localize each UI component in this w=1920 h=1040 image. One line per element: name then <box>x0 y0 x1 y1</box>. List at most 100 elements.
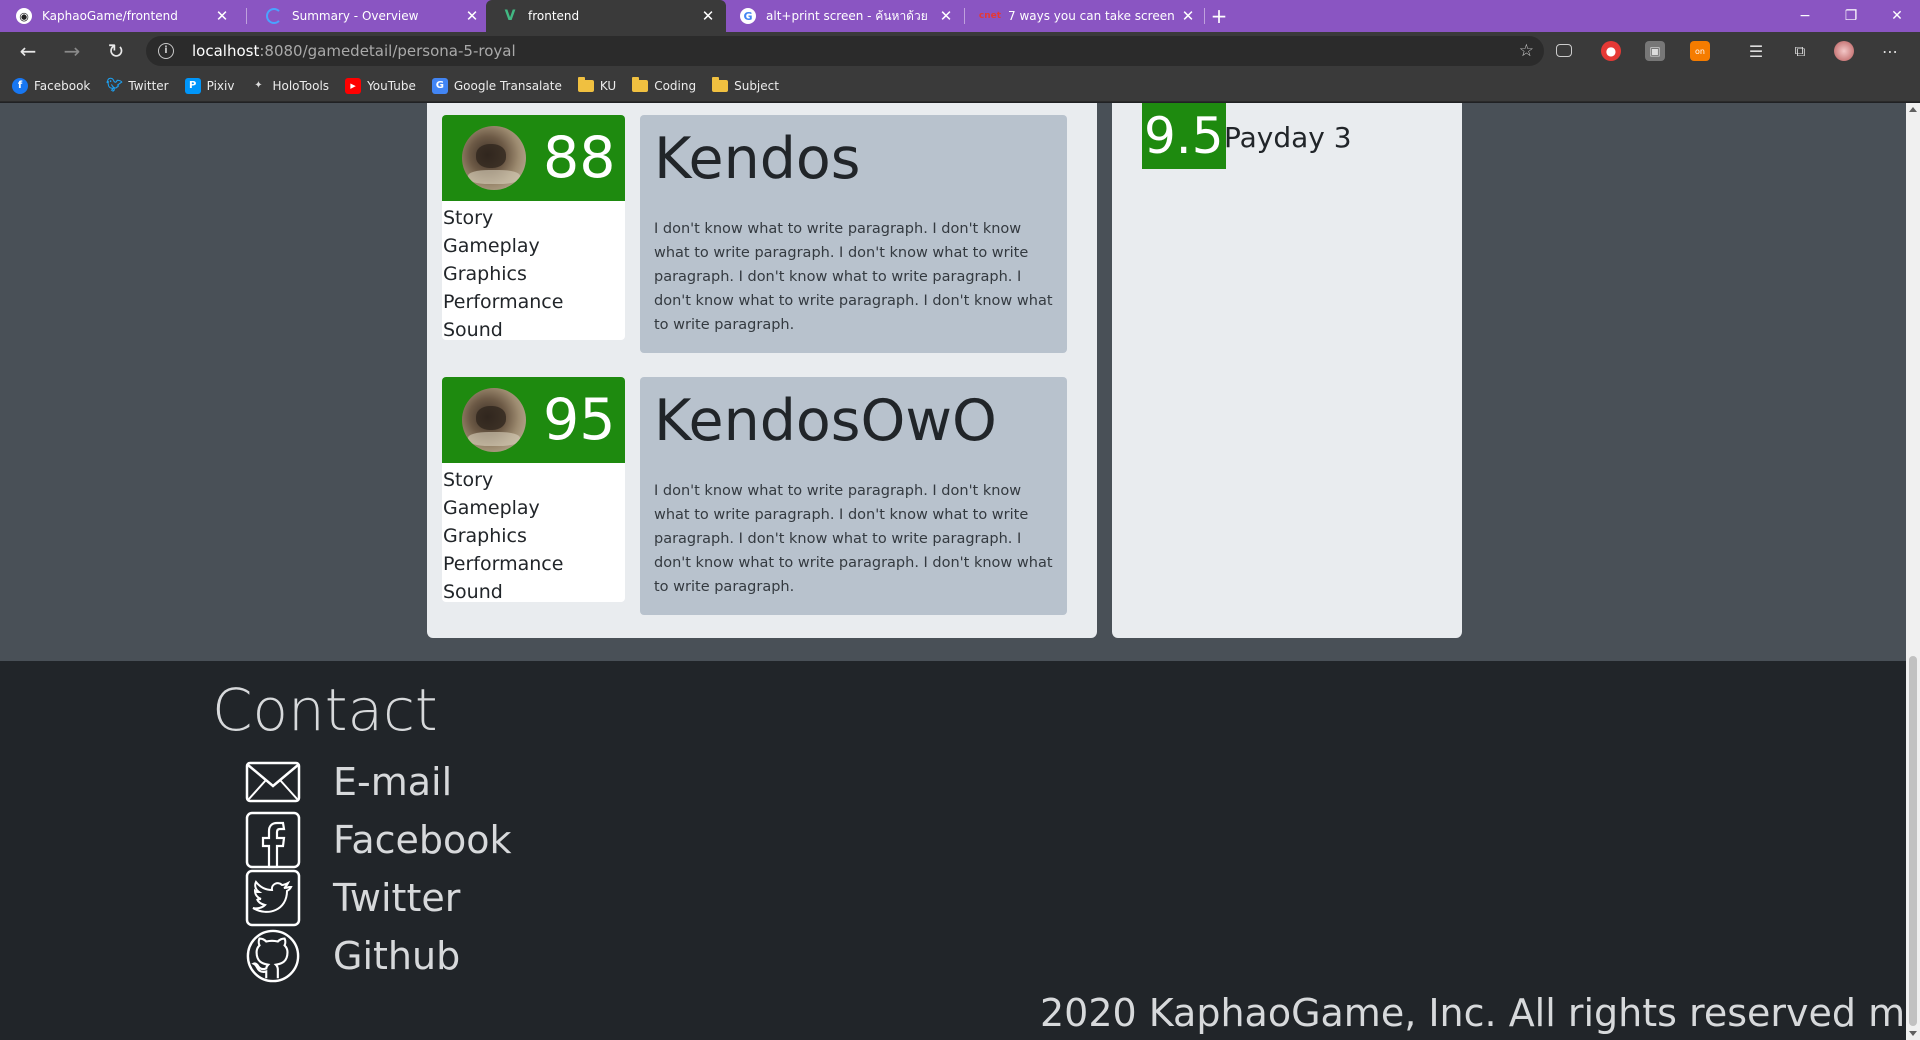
reviews-panel: 88 Story Gameplay Graphics Performance S… <box>427 103 1097 638</box>
bookmark-label: Subject <box>734 78 779 93</box>
tab-kaphaogame-frontend[interactable]: ◉ KaphaoGame/frontend ✕ <box>0 0 240 32</box>
scrollbar-thumb[interactable] <box>1909 656 1917 1026</box>
contact-facebook-link[interactable]: Facebook <box>245 811 512 869</box>
related-game-title[interactable]: Payday 3 <box>1224 121 1352 154</box>
copyright-text: 2020 KaphaoGame, Inc. All rights reserve… <box>1040 991 1906 1035</box>
contact-title: Contact <box>212 676 438 744</box>
close-icon[interactable]: ✕ <box>700 7 716 25</box>
new-tab-button[interactable]: + <box>1206 3 1232 29</box>
review-body: Kendos I don't know what to write paragr… <box>640 115 1067 353</box>
address-bar[interactable]: i localhost:8080/gamedetail/persona-5-ro… <box>146 36 1544 66</box>
criterion-gameplay: Gameplay <box>443 235 540 257</box>
browser-toolbar: ← → ↻ i localhost:8080/gamedetail/person… <box>0 32 1920 70</box>
review-text: I don't know what to write paragraph. I … <box>654 220 1053 333</box>
facebook-icon: f <box>12 77 28 94</box>
close-icon[interactable]: ✕ <box>1180 7 1196 25</box>
forward-button[interactable]: → <box>58 37 86 65</box>
profile-avatar[interactable] <box>1834 41 1854 61</box>
bookmark-label: Facebook <box>34 78 91 93</box>
bookmark-star-icon[interactable]: ☆ <box>1519 41 1534 61</box>
review-text: I don't know what to write paragraph. I … <box>654 482 1053 595</box>
reviewer-avatar <box>462 126 526 190</box>
scroll-up-arrow-icon[interactable] <box>1909 107 1917 112</box>
contact-github-link[interactable]: Github <box>245 927 460 985</box>
bookmark-youtube[interactable]: ▶ YouTube <box>345 77 416 94</box>
google-icon: G <box>740 8 756 24</box>
criterion-gameplay: Gameplay <box>443 497 540 519</box>
criterion-sound: Sound <box>443 581 503 602</box>
criterion-performance: Performance <box>443 553 564 575</box>
bookmark-twitter[interactable]: 🐦︎ Twitter <box>106 78 168 94</box>
loading-spinner-icon <box>266 8 282 24</box>
reading-list-icon[interactable]: ☰ <box>1746 41 1766 61</box>
tab-title: Summary - Overview <box>292 9 419 23</box>
bookmark-pixiv[interactable]: P Pixiv <box>184 77 234 94</box>
tab-title: alt+print screen - ค้นหาด้วย Goog <box>766 8 932 23</box>
bookmark-folder-subject[interactable]: Subject <box>712 76 779 93</box>
tab-summary-overview[interactable]: Summary - Overview ✕ <box>250 0 490 32</box>
page-scrollbar[interactable] <box>1906 103 1920 1040</box>
google-translate-icon: G <box>431 77 448 94</box>
bookmark-google-translate[interactable]: G Google Transalate <box>431 77 562 94</box>
reviewer-name: KendosOwO <box>654 388 997 454</box>
extension-orange-icon[interactable]: on <box>1690 41 1710 61</box>
url-host: localhost <box>192 42 260 60</box>
contact-label: Twitter <box>333 876 461 920</box>
close-icon[interactable]: ✕ <box>214 7 230 25</box>
score-header: 95 <box>442 377 625 463</box>
contact-twitter-link[interactable]: Twitter <box>245 869 460 927</box>
review-score-card: 88 Story Gameplay Graphics Performance S… <box>442 115 625 340</box>
github-icon <box>245 928 301 984</box>
tab-title: KaphaoGame/frontend <box>42 9 178 23</box>
close-window-button[interactable]: ✕ <box>1874 0 1920 32</box>
restore-button[interactable]: ❐ <box>1828 0 1874 32</box>
collections-icon[interactable]: ⧉ <box>1790 41 1810 61</box>
footer: Contact E-mail Facebook Twitter Github 2… <box>0 661 1906 1040</box>
page-viewport: 88 Story Gameplay Graphics Performance S… <box>0 103 1906 1040</box>
bookmark-label: KU <box>599 78 617 93</box>
related-games-panel: 9.5 Payday 3 <box>1112 103 1462 638</box>
minimize-button[interactable]: − <box>1782 0 1828 32</box>
close-icon[interactable]: ✕ <box>938 7 954 25</box>
tab-frontend[interactable]: V frontend ✕ <box>486 0 726 32</box>
extension-red-icon[interactable]: ● <box>1601 41 1621 61</box>
folder-icon <box>712 76 729 92</box>
score-criteria-list: Story Gameplay Graphics Performance Soun… <box>442 463 625 602</box>
bookmark-folder-ku[interactable]: KU <box>577 76 617 93</box>
contact-email-link[interactable]: E-mail <box>245 753 452 811</box>
bookmark-label: HoloTools <box>272 78 330 93</box>
bookmarks-bar: f Facebook 🐦︎ Twitter P Pixiv ✦ HoloTool… <box>0 70 1920 102</box>
reload-button[interactable]: ↻ <box>102 37 130 65</box>
close-icon[interactable]: ✕ <box>464 7 480 25</box>
game-detail-section: 88 Story Gameplay Graphics Performance S… <box>0 103 1906 661</box>
url-path: :8080/gamedetail/persona-5-royal <box>259 42 516 60</box>
tab-screenshots-article[interactable]: cnet 7 ways you can take screenshots ✕ <box>966 0 1206 32</box>
criterion-graphics: Graphics <box>443 525 527 547</box>
related-game-score: 9.5 <box>1142 103 1226 169</box>
criterion-story: Story <box>443 469 494 491</box>
bookmark-label: YouTube <box>367 78 416 93</box>
info-icon[interactable]: i <box>158 43 174 59</box>
bookmark-holotools[interactable]: ✦ HoloTools <box>250 78 329 94</box>
tab-google-search[interactable]: G alt+print screen - ค้นหาด้วย Goog ✕ <box>724 0 964 32</box>
contact-label: E-mail <box>333 760 453 804</box>
tab-divider <box>246 8 247 24</box>
criterion-graphics: Graphics <box>443 263 527 285</box>
cast-icon[interactable] <box>1556 44 1572 57</box>
contact-label: Facebook <box>333 818 512 862</box>
back-button[interactable]: ← <box>14 37 42 65</box>
criterion-performance: Performance <box>443 291 564 313</box>
more-menu-icon[interactable]: ⋯ <box>1880 41 1900 61</box>
contact-label: Github <box>333 934 461 978</box>
review-card: 88 Story Gameplay Graphics Performance S… <box>442 115 1082 355</box>
tab-strip: ◉ KaphaoGame/frontend ✕ Summary - Overvi… <box>0 0 1920 32</box>
extension-gray-icon[interactable]: ▣ <box>1645 41 1665 61</box>
bookmark-label: Coding <box>654 78 697 93</box>
tab-title: 7 ways you can take screenshots <box>1008 9 1174 23</box>
bookmark-facebook[interactable]: f Facebook <box>12 77 91 94</box>
bookmark-folder-coding[interactable]: Coding <box>632 76 697 93</box>
score-header: 88 <box>442 115 625 201</box>
criterion-sound: Sound <box>443 319 503 340</box>
scroll-down-arrow-icon[interactable] <box>1909 1031 1917 1036</box>
youtube-icon: ▶ <box>345 77 362 94</box>
